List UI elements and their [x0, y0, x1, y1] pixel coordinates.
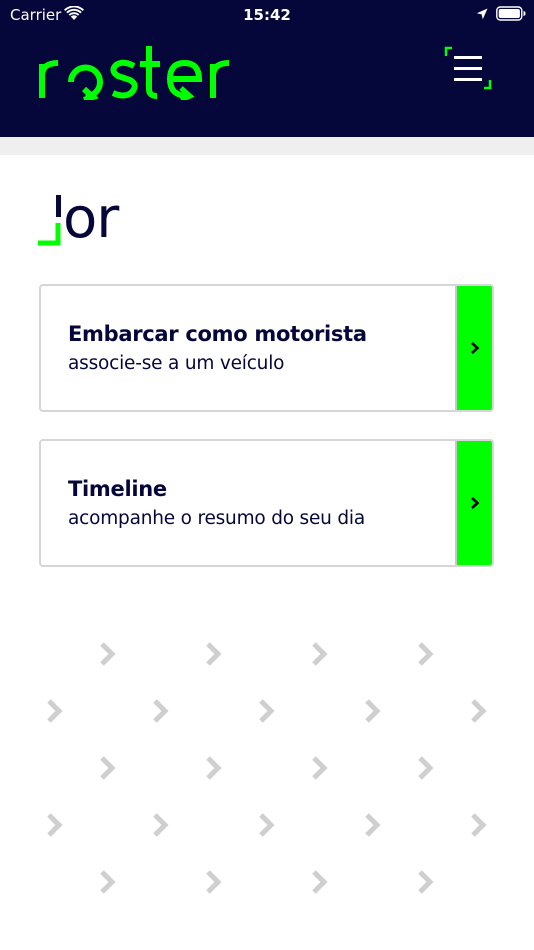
status-bar: Carrier 15:42 — [0, 0, 534, 28]
chevron-pattern-icon — [47, 642, 487, 894]
pattern-chevron — [418, 642, 434, 666]
card-subtitle: acompanhe o resumo do seu dia — [68, 508, 365, 529]
pattern-chevron — [153, 813, 169, 837]
chevron-right-icon — [471, 497, 480, 509]
card-title: Embarcar como motorista — [68, 322, 367, 346]
pattern-chevron — [471, 813, 487, 837]
app-header: Carrier 15:42 — [0, 0, 534, 137]
pattern-chevron — [365, 699, 381, 723]
card-arrow-button[interactable] — [455, 441, 492, 565]
pattern-chevron — [312, 756, 328, 780]
pattern-chevron — [312, 870, 328, 894]
pattern-chevron — [206, 642, 222, 666]
pattern-chevron — [100, 642, 116, 666]
pattern-chevron — [206, 756, 222, 780]
pattern-chevron — [100, 870, 116, 894]
board-as-driver-card[interactable]: Embarcar como motorista associe-se a um … — [39, 284, 494, 412]
pattern-chevron — [47, 699, 63, 723]
battery-icon — [496, 6, 526, 21]
pattern-chevron — [312, 642, 328, 666]
pattern-chevron — [418, 756, 434, 780]
pattern-chevron — [471, 699, 487, 723]
card-title: Timeline — [68, 477, 167, 501]
pattern-chevron — [365, 813, 381, 837]
pattern-chevron — [100, 756, 116, 780]
header-divider — [0, 137, 534, 155]
chevron-right-icon — [471, 342, 480, 354]
pattern-chevron — [259, 699, 275, 723]
pattern-chevron — [418, 870, 434, 894]
pattern-chevron — [153, 699, 169, 723]
pattern-chevron — [259, 813, 275, 837]
roster-logo — [39, 46, 230, 100]
pattern-chevron — [206, 870, 222, 894]
card-arrow-button[interactable] — [455, 286, 492, 410]
menu-button[interactable] — [444, 46, 492, 90]
section-logo-text: or — [63, 186, 119, 251]
location-arrow-icon — [476, 8, 488, 20]
status-time: 15:42 — [243, 6, 291, 24]
pattern-chevron — [47, 813, 63, 837]
card-subtitle: associe-se a um veículo — [68, 353, 285, 374]
hamburger-menu-icon — [444, 46, 492, 90]
timeline-card[interactable]: Timeline acompanhe o resumo do seu dia — [39, 439, 494, 567]
